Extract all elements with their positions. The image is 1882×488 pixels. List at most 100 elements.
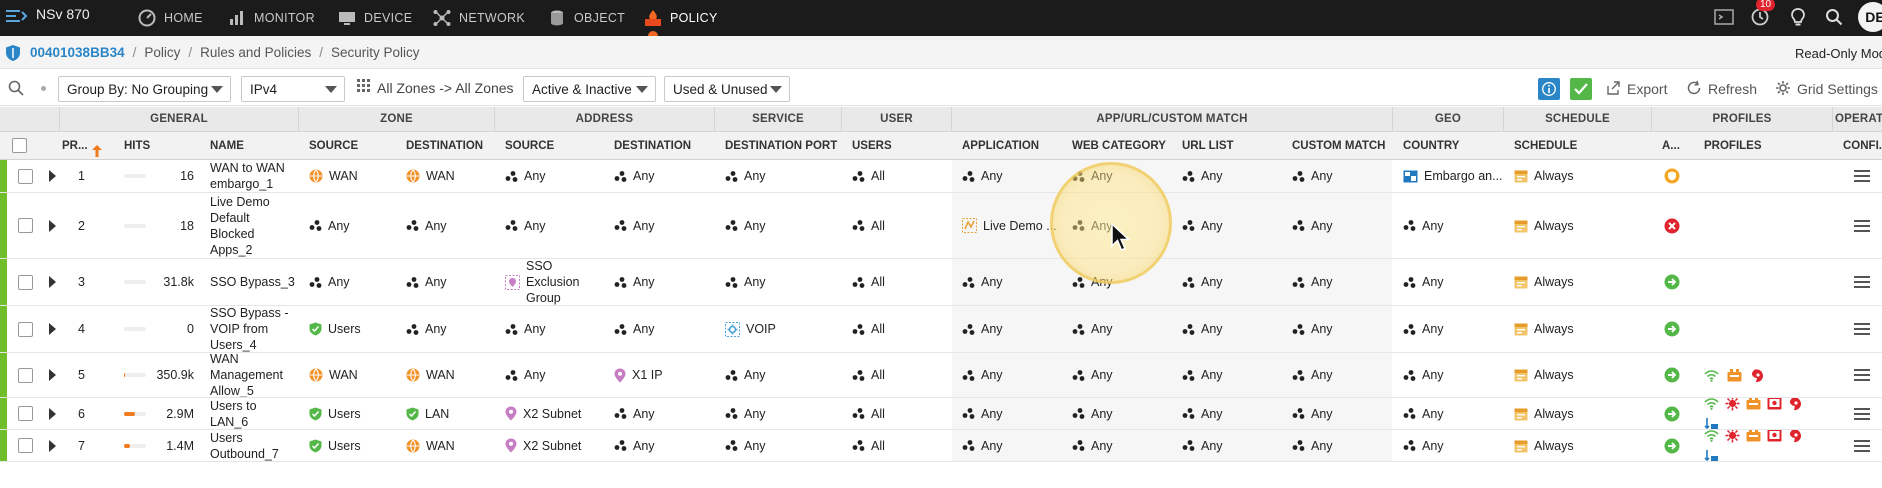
policy-row[interactable]: 7 1.4M Users Outbound_7 Users WAN X2 Subn…	[0, 430, 1882, 462]
policy-row[interactable]: 5 350.9k WAN Management Allow_5 WAN WAN An…	[0, 353, 1882, 398]
col-address-destination[interactable]: DESTINATION	[608, 132, 715, 160]
zone-destination: WAN	[400, 430, 495, 461]
nav-device[interactable]: DEVICE	[338, 5, 412, 31]
expand-row-icon[interactable]	[43, 398, 59, 429]
expand-row-icon[interactable]	[43, 259, 59, 305]
ip-version-dropdown[interactable]: IPv4	[241, 76, 345, 102]
row-menu-icon[interactable]	[1848, 398, 1882, 429]
priority-value: 2	[78, 218, 85, 233]
any-dots-icon	[1292, 276, 1305, 288]
row-checkbox[interactable]	[12, 398, 42, 429]
policy-row[interactable]: 1 16 WAN to WAN embargo_1 WAN WAN Any Any…	[0, 160, 1882, 193]
terminal-icon[interactable]	[1712, 5, 1736, 29]
policy-row[interactable]: 6 2.9M Users to LAN_6 Users LAN X2 Subnet…	[0, 398, 1882, 430]
refresh-button[interactable]: Refresh	[1686, 78, 1757, 100]
any-dots-icon	[1292, 220, 1305, 231]
rule-name[interactable]: Live Demo Default Blocked Apps_2	[204, 193, 299, 258]
schedule-value: Always	[1534, 275, 1574, 289]
row-checkbox[interactable]	[12, 193, 42, 258]
rule-name[interactable]: SSO Bypass_3	[204, 259, 299, 305]
hamburger-menu-icon[interactable]	[4, 6, 28, 26]
policy-row[interactable]: 3 31.8k SSO Bypass_3 Any Any SSO Exclusio…	[0, 259, 1882, 306]
usage-filter-value: Used & Unused	[673, 81, 768, 97]
row-menu-icon[interactable]	[1848, 160, 1882, 192]
col-schedule[interactable]: SCHEDULE	[1508, 132, 1652, 160]
apply-check-button[interactable]	[1570, 78, 1592, 100]
col-profiles[interactable]: PROFILES	[1698, 132, 1833, 160]
rule-name[interactable]: Users to LAN_6	[204, 398, 299, 429]
nav-home[interactable]: HOME	[138, 5, 203, 31]
grid-settings-button[interactable]: Grid Settings	[1775, 78, 1878, 100]
nav-network[interactable]: NETWORK	[433, 5, 525, 31]
row-checkbox[interactable]	[12, 306, 42, 352]
export-button[interactable]: Export	[1605, 78, 1667, 100]
expand-row-icon[interactable]	[43, 193, 59, 258]
col-application[interactable]: APPLICATION	[956, 132, 1066, 160]
rule-name[interactable]: WAN Management Allow_5	[204, 353, 299, 397]
breadcrumb-rules-and-policies[interactable]: Rules and Policies	[200, 45, 311, 60]
address-destination: Any	[608, 306, 715, 352]
users: All	[846, 398, 952, 429]
chevron-down-icon	[636, 86, 648, 93]
col-web-category[interactable]: WEB CATEGORY	[1066, 132, 1176, 160]
breadcrumb-serial[interactable]: 00401038BB34	[30, 45, 125, 60]
group-header-user: USER	[842, 107, 952, 132]
rule-enabled-indicator	[0, 193, 7, 258]
col-priority[interactable]: PR...	[56, 132, 116, 160]
lightbulb-icon[interactable]	[1786, 5, 1810, 29]
user-avatar[interactable]: DE	[1858, 2, 1882, 32]
policy-row[interactable]: 4 0 SSO Bypass - VOIP from Users_4 Users A…	[0, 306, 1882, 353]
row-menu-icon[interactable]	[1848, 306, 1882, 352]
rule-name[interactable]: SSO Bypass - VOIP from Users_4	[204, 306, 299, 352]
zone-source: Users	[303, 306, 398, 352]
col-destination-port[interactable]: DESTINATION PORT	[719, 132, 842, 160]
rule-name[interactable]: WAN to WAN embargo_1	[204, 160, 299, 192]
row-checkbox[interactable]	[12, 430, 42, 461]
rule-name-line: Outbound_7	[210, 446, 279, 461]
col-url-list[interactable]: URL LIST	[1176, 132, 1286, 160]
rule-name[interactable]: Users Outbound_7	[204, 430, 299, 461]
row-checkbox[interactable]	[12, 160, 42, 192]
select-all-checkbox[interactable]	[12, 138, 42, 154]
rule-name-line: Users	[210, 430, 243, 445]
col-zone-source[interactable]: SOURCE	[303, 132, 398, 160]
state-filter-dropdown[interactable]: Active & Inactive	[523, 76, 656, 102]
row-menu-icon[interactable]	[1848, 430, 1882, 461]
nav-object[interactable]: OBJECT	[548, 5, 625, 31]
col-users[interactable]: USERS	[846, 132, 952, 160]
search-icon[interactable]	[1822, 5, 1846, 29]
application: Any	[956, 430, 1066, 461]
col-address-source[interactable]: SOURCE	[499, 132, 609, 160]
zone-source-value: Any	[328, 275, 350, 289]
any-dots-icon	[1072, 369, 1085, 381]
policy-row[interactable]: 2 18 Live Demo Default Blocked Apps_2 Any A…	[0, 193, 1882, 259]
row-checkbox[interactable]	[12, 259, 42, 305]
expand-row-icon[interactable]	[43, 353, 59, 397]
rule-priority: 2	[72, 193, 112, 258]
info-button[interactable]	[1538, 78, 1560, 100]
custom-match-value: Any	[1311, 275, 1333, 289]
row-menu-icon[interactable]	[1848, 353, 1882, 397]
col-custom-match[interactable]: CUSTOM MATCH	[1286, 132, 1393, 160]
zone-destination-value: WAN	[426, 169, 455, 183]
usage-filter-dropdown[interactable]: Used & Unused	[664, 76, 790, 102]
col-country[interactable]: COUNTRY	[1397, 132, 1504, 160]
col-action[interactable]: A...	[1656, 132, 1696, 160]
expand-row-icon[interactable]	[43, 430, 59, 461]
row-checkbox[interactable]	[12, 353, 42, 397]
expand-row-icon[interactable]	[43, 160, 59, 192]
col-name[interactable]: NAME	[204, 132, 299, 160]
nav-policy[interactable]: POLICY	[644, 5, 718, 31]
expand-row-icon[interactable]	[43, 306, 59, 352]
search-icon[interactable]	[8, 80, 24, 99]
zones-selector[interactable]: All Zones -> All Zones	[357, 79, 514, 96]
col-config[interactable]: CONFI...	[1837, 132, 1882, 160]
nav-monitor[interactable]: MONITOR	[228, 5, 315, 31]
group-by-dropdown[interactable]: Group By: No Grouping	[58, 76, 231, 102]
col-zone-destination[interactable]: DESTINATION	[400, 132, 495, 160]
row-menu-icon[interactable]	[1848, 193, 1882, 258]
col-hits[interactable]: HITS	[118, 132, 198, 160]
breadcrumb-policy[interactable]: Policy	[144, 45, 180, 60]
url-list: Any	[1176, 353, 1286, 397]
row-menu-icon[interactable]	[1848, 259, 1882, 305]
